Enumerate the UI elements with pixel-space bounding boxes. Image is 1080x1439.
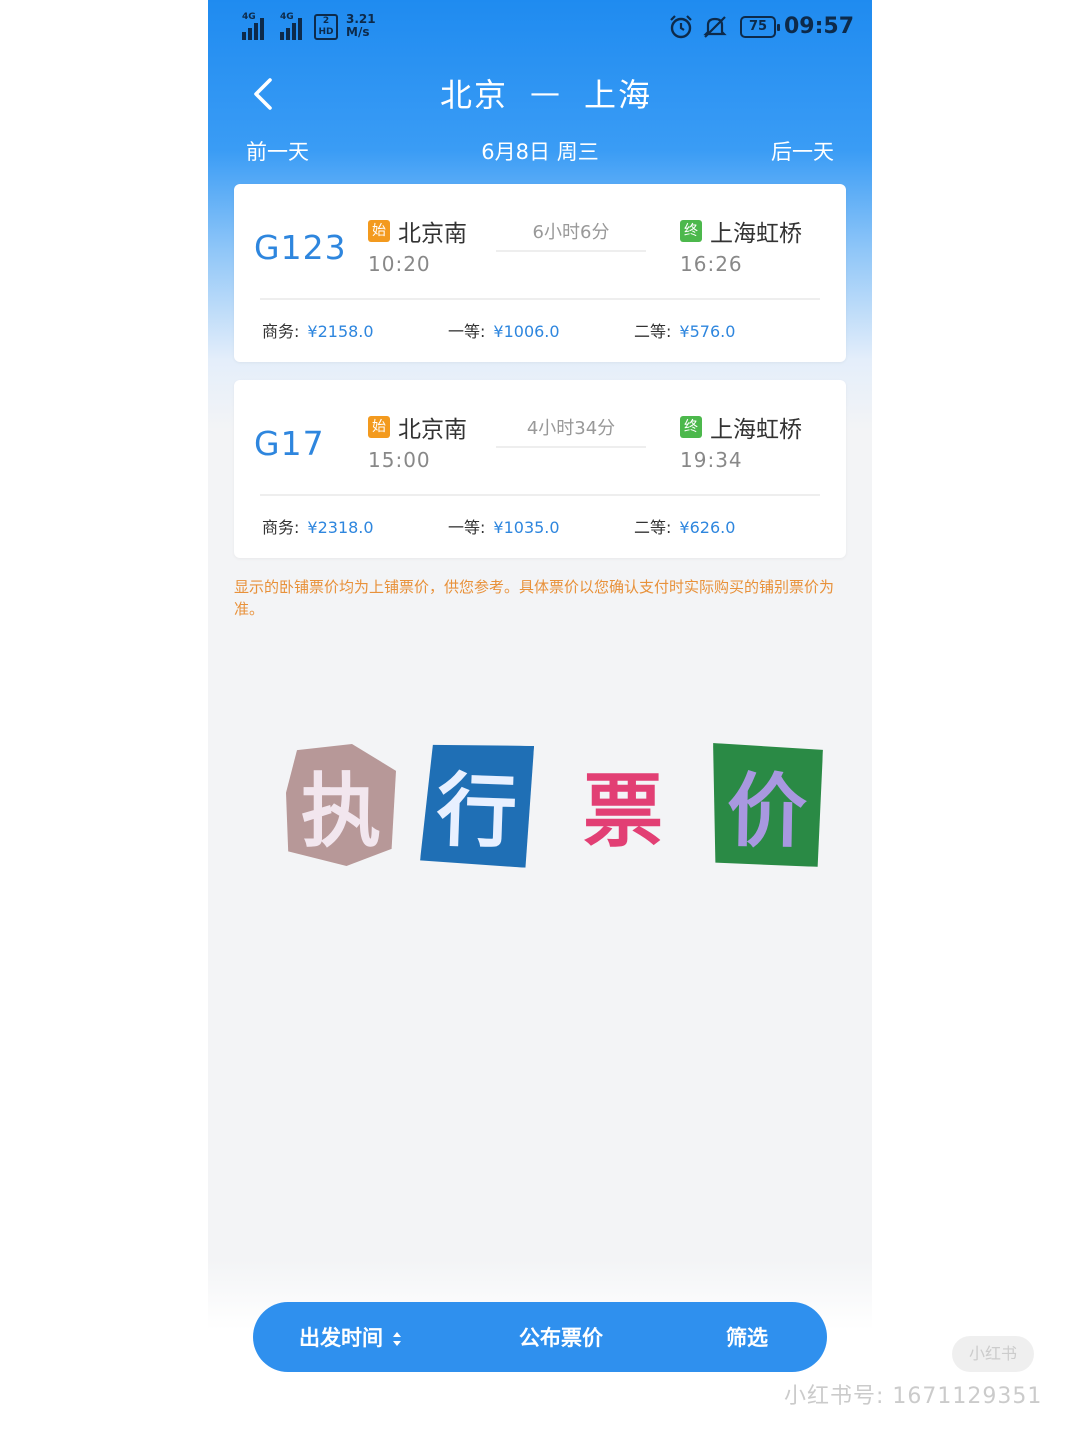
price-notice: 显示的卧铺票价均为上铺票价，供您参考。具体票价以您确认支付时实际购买的铺别票价为… <box>234 578 835 618</box>
route-arrow: — <box>530 75 562 111</box>
hd-icon: 2 HD <box>314 14 338 40</box>
price-first-class: 一等: ¥1006.0 <box>448 322 560 341</box>
station-name: 北京南 <box>398 417 467 443</box>
start-badge: 始 <box>368 220 390 242</box>
duration-line <box>496 446 646 448</box>
route-title: 北京 — 上海 <box>208 70 872 116</box>
station-name: 上海虹桥 <box>710 221 802 247</box>
arrival-city: 上海 <box>584 76 653 114</box>
status-time: 09:57 <box>784 14 855 39</box>
signal-strength-icon: 4G <box>280 12 302 40</box>
train-number: G17 <box>254 424 325 463</box>
network-speed: 3.21 M/s <box>346 12 376 39</box>
watermark-id: 小红书号: 1671129351 <box>784 1384 1043 1409</box>
station-name: 北京南 <box>398 221 467 247</box>
duration-line <box>496 250 646 252</box>
duration: 4小时34分 <box>526 418 616 439</box>
departure-station: 始 北京南 <box>368 410 467 444</box>
bottom-action-bar: 出发时间 公布票价 筛选 <box>253 1302 827 1372</box>
filter-button[interactable]: 筛选 <box>726 1322 768 1352</box>
signal-strength-icon: 4G <box>242 12 264 40</box>
end-badge: 终 <box>680 220 702 242</box>
arrival-station: 终 上海虹桥 <box>680 214 802 248</box>
watermark-logo: 小红书 <box>952 1336 1034 1372</box>
battery-icon: 75 <box>740 16 780 38</box>
sort-depart-time-button[interactable]: 出发时间 <box>299 1322 402 1352</box>
published-price-button[interactable]: 公布票价 <box>519 1322 603 1352</box>
departure-station: 始 北京南 <box>368 214 467 248</box>
date-navigation: 前一天 6月8日 周三 后一天 <box>208 136 872 168</box>
divider <box>260 298 820 300</box>
sticker-letter: 价 <box>711 743 823 867</box>
sticker-letter: 行 <box>420 742 534 868</box>
status-bar: 4G 4G 2 HD 3.21 M/s 75 09:57 <box>208 0 872 56</box>
alarm-icon <box>670 15 692 39</box>
sticker-letter: 票 <box>583 765 663 858</box>
price-first-class: 一等: ¥1035.0 <box>448 518 560 537</box>
train-number: G123 <box>254 228 347 267</box>
departure-city: 北京 <box>439 76 508 114</box>
train-card[interactable]: G123 始 北京南 10:20 6小时6分 终 上海虹桥 16:26 商务: ¥… <box>234 184 846 362</box>
price-business: 商务: ¥2318.0 <box>262 518 374 537</box>
end-badge: 终 <box>680 416 702 438</box>
price-second-class: 二等: ¥626.0 <box>634 518 736 537</box>
departure-time: 10:20 <box>368 252 431 276</box>
divider <box>260 494 820 496</box>
arrival-time: 19:34 <box>680 448 743 472</box>
sort-icon <box>393 1332 402 1346</box>
departure-time: 15:00 <box>368 448 431 472</box>
app-screen: 4G 4G 2 HD 3.21 M/s 75 09:57 北京 — 上海 前一天… <box>208 0 872 1439</box>
price-business: 商务: ¥2158.0 <box>262 322 374 341</box>
duration: 6小时6分 <box>532 222 610 243</box>
arrival-station: 终 上海虹桥 <box>680 410 802 444</box>
arrival-time: 16:26 <box>680 252 743 276</box>
sticker-letter: 执 <box>286 744 396 866</box>
next-day-button[interactable]: 后一天 <box>771 136 834 166</box>
mute-icon <box>703 16 727 38</box>
start-badge: 始 <box>368 416 390 438</box>
train-card[interactable]: G17 始 北京南 15:00 4小时34分 终 上海虹桥 19:34 商务: ¥… <box>234 380 846 558</box>
station-name: 上海虹桥 <box>710 417 802 443</box>
price-second-class: 二等: ¥576.0 <box>634 322 736 341</box>
